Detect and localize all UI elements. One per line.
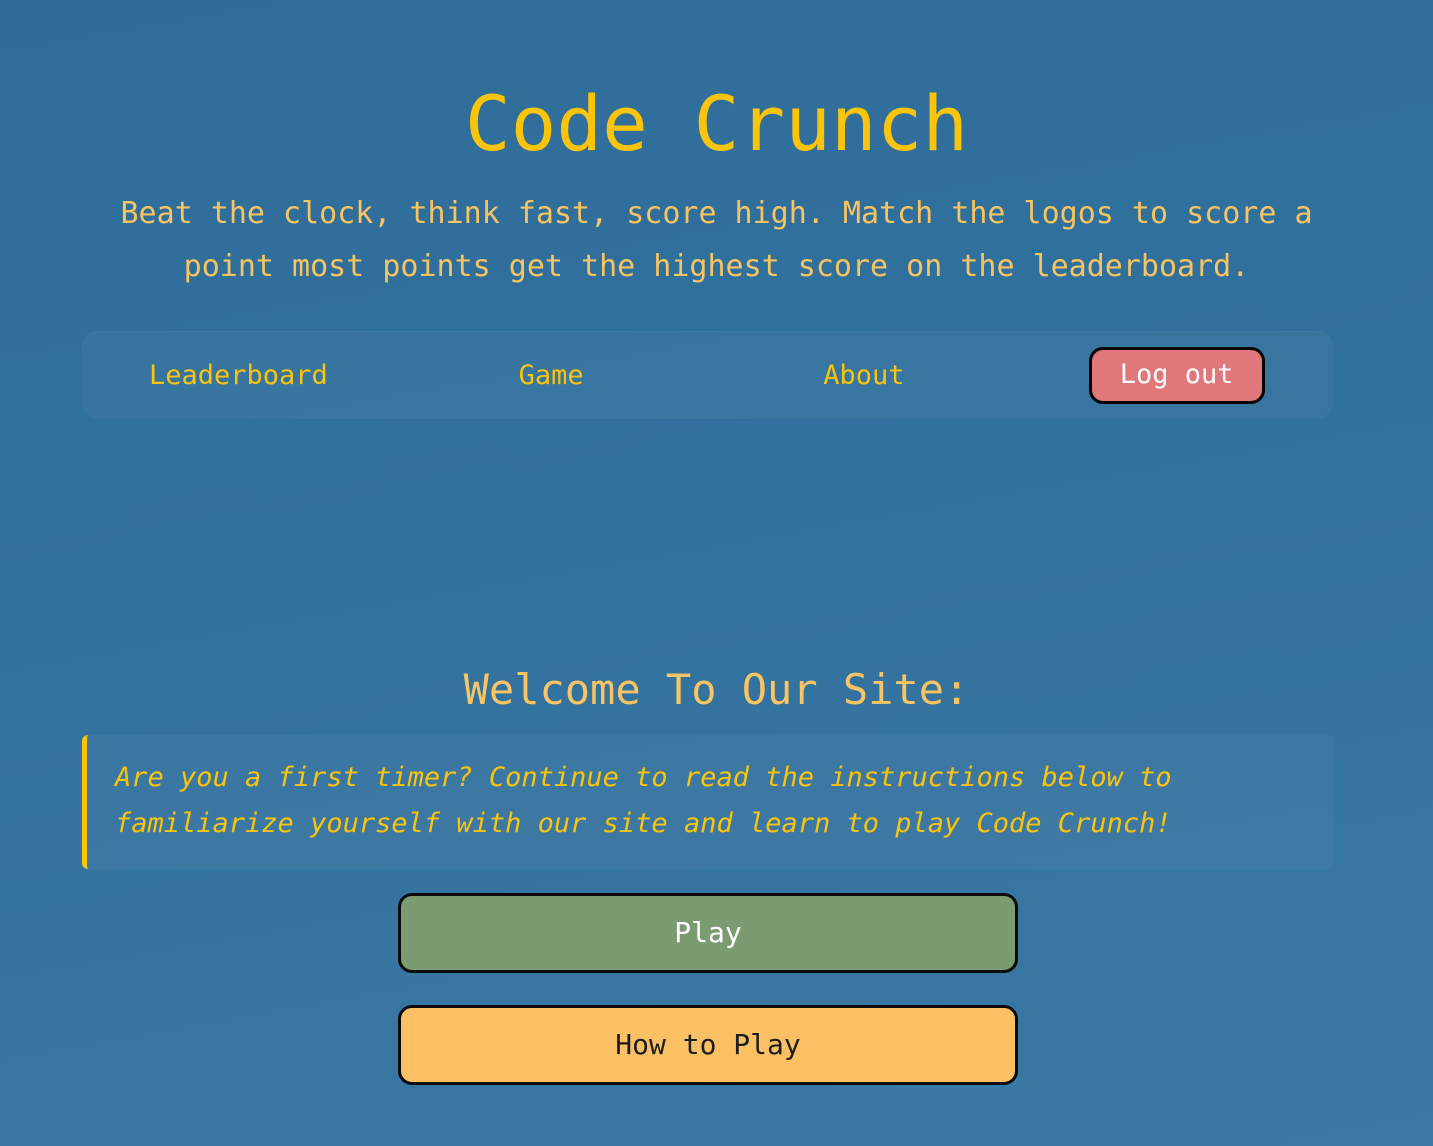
nav-link-leaderboard[interactable]: Leaderboard	[82, 360, 395, 391]
play-button[interactable]: Play	[398, 893, 1018, 973]
main-navigation: Leaderboard Game About Log out	[82, 331, 1333, 419]
nav-link-game[interactable]: Game	[395, 360, 708, 391]
welcome-heading: Welcome To Our Site:	[463, 665, 970, 714]
page-title: Code Crunch	[464, 79, 969, 168]
nav-link-about[interactable]: About	[708, 360, 1021, 391]
action-button-group: Play How to Play	[398, 893, 1018, 1085]
page-tagline: Beat the clock, think fast, score high. …	[120, 196, 1313, 284]
page-root: Code Crunch Beat the clock, think fast, …	[0, 0, 1433, 1146]
how-to-play-button[interactable]: How to Play	[398, 1005, 1018, 1085]
logout-button-container: Log out	[1020, 346, 1333, 404]
logout-button[interactable]: Log out	[1088, 346, 1265, 404]
intro-instructions-quote: Are you a first timer? Continue to read …	[82, 735, 1333, 869]
